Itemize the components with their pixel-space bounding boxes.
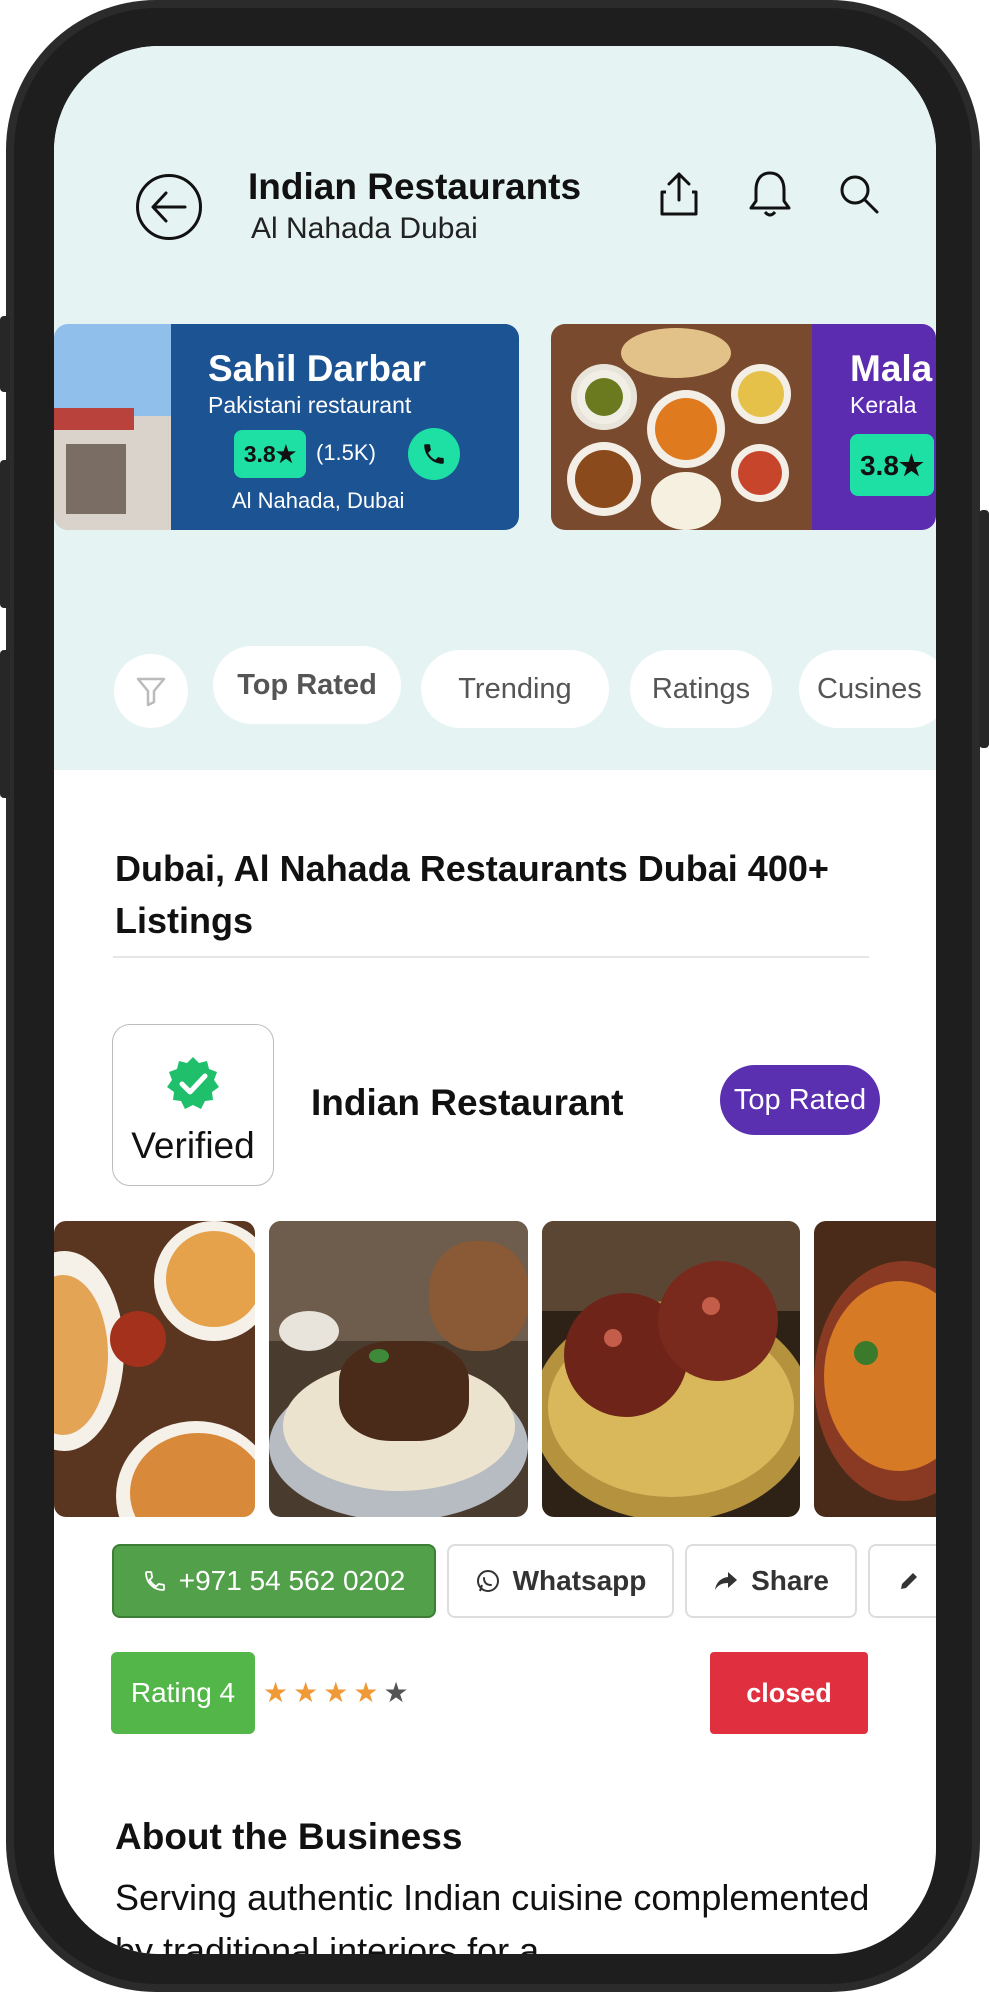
share-button[interactable]: [651, 166, 707, 222]
call-phone-button[interactable]: +971 54 562 0202: [112, 1544, 436, 1618]
whatsapp-icon: [476, 1570, 499, 1592]
food-photo-biryani[interactable]: [54, 1221, 255, 1517]
verified-label: Verified: [131, 1125, 255, 1166]
about-text: Serving authentic Indian cuisine complem…: [115, 1877, 870, 1954]
restaurant-type: Kerala: [850, 392, 917, 418]
bowl-dal: [567, 442, 641, 516]
bell-icon: [749, 171, 791, 217]
phone-side-button: [0, 316, 10, 392]
restaurant-card-1[interactable]: Sahil Darbar Pakistani restaurant 3.8★ (…: [54, 324, 519, 530]
phone-volume-down-button: [0, 650, 10, 798]
chip-top-rated[interactable]: Top Rated: [213, 646, 401, 724]
search-button[interactable]: [831, 166, 887, 222]
rating-badge: Rating 4: [111, 1652, 255, 1734]
top-rated-badge: Top Rated: [720, 1065, 880, 1135]
restaurant-location: Al Nahada, Dubai: [232, 488, 405, 513]
food-photo-gulab-jamun[interactable]: [542, 1221, 800, 1517]
status-badge: closed: [710, 1652, 868, 1734]
phone-icon: [144, 1571, 165, 1591]
star-filled-icon: ★: [323, 1677, 349, 1708]
chip-cuisines[interactable]: Cusines: [799, 650, 936, 728]
verified-badge: Verified: [112, 1024, 274, 1186]
pencil-icon: [901, 1573, 917, 1589]
rating-pill: 3.8★: [234, 430, 306, 478]
star-filled-icon: ★: [263, 1677, 289, 1708]
page-subtitle: Al Nahada Dubai: [251, 212, 478, 245]
share-upload-icon: [660, 172, 698, 216]
bowl-yellow: [731, 364, 791, 424]
arrow-left-icon: [151, 191, 187, 223]
phone-number: +971 54 562 0202: [178, 1565, 406, 1596]
phone-icon: [424, 444, 444, 464]
filter-funnel-icon: [136, 677, 166, 707]
card-info-panel: Mala Kerala 3.8★: [812, 324, 936, 530]
star-rating: ★ ★ ★ ★ ★: [263, 1676, 409, 1709]
food-photo-curry[interactable]: [814, 1221, 936, 1517]
phone-volume-up-button: [0, 460, 10, 608]
building-roof: [54, 408, 134, 430]
verified-check-icon: [167, 1057, 219, 1109]
star-empty-icon: ★: [383, 1677, 409, 1708]
page-title: Indian Restaurants: [248, 166, 582, 207]
about-heading: About the Business: [115, 1816, 463, 1857]
food-platter-photo: [551, 324, 812, 530]
search-icon: [840, 175, 879, 214]
restaurant-card-2[interactable]: Mala Kerala 3.8★: [551, 324, 936, 530]
star-filled-icon: ★: [353, 1677, 379, 1708]
restaurant-photo: [54, 324, 171, 530]
business-name: Indian Restaurant: [311, 1082, 624, 1123]
whatsapp-label: Whatsapp: [512, 1565, 647, 1596]
share-arrow-icon: [715, 1572, 738, 1590]
listing-heading: Dubai, Al Nahada Restaurants Dubai 400+ …: [115, 848, 829, 941]
food-photo-mutton-rice[interactable]: [269, 1221, 528, 1517]
edit-button[interactable]: [868, 1544, 936, 1618]
card-info-panel: Sahil Darbar Pakistani restaurant 3.8★ (…: [171, 324, 519, 530]
naan-bread: [621, 328, 731, 378]
notifications-button[interactable]: [742, 166, 798, 222]
restaurant-name: Sahil Darbar: [208, 348, 426, 389]
restaurant-name: Mala: [850, 348, 933, 389]
review-count: (1.5K): [316, 440, 376, 465]
back-button[interactable]: [136, 174, 202, 240]
star-filled-icon: ★: [293, 1677, 319, 1708]
share-label: Share: [751, 1565, 829, 1596]
phone-power-button: [979, 510, 989, 748]
share-listing-button[interactable]: Share: [685, 1544, 857, 1618]
bowl-salad: [731, 444, 789, 502]
chip-ratings[interactable]: Ratings: [630, 650, 772, 728]
divider: [113, 956, 869, 958]
app-screen: Indian Restaurants Al Nahada Dubai Sahil…: [54, 46, 936, 1954]
bowl-green: [571, 364, 637, 430]
bowl-rice: [651, 472, 721, 530]
bowl-orange: [647, 390, 725, 468]
building-windows: [66, 444, 126, 514]
rating-pill: 3.8★: [850, 434, 934, 496]
call-button[interactable]: [408, 428, 460, 480]
chip-trending[interactable]: Trending: [421, 650, 609, 728]
whatsapp-button[interactable]: Whatsapp: [447, 1544, 674, 1618]
filter-button[interactable]: [114, 654, 188, 728]
restaurant-type: Pakistani restaurant: [208, 392, 412, 418]
